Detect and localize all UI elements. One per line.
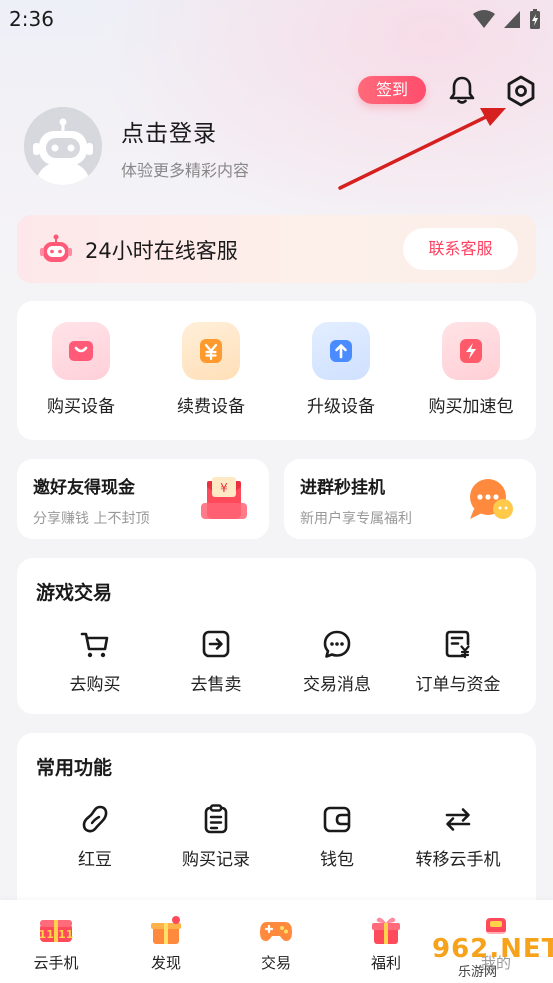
upgrade-arrow-icon (330, 340, 352, 362)
transfer-icon (445, 808, 471, 831)
cart-icon (80, 632, 109, 658)
service-title: 24小时在线客服 (85, 239, 238, 263)
func-label: 购买记录 (182, 850, 250, 870)
func-label: 转移云手机 (415, 850, 501, 870)
quick-actions-card: 购买设备 续费设备 升级设备 购买加速包 (17, 301, 536, 440)
avatar[interactable] (24, 107, 102, 185)
signal-icon (504, 11, 520, 28)
cloud-phone-icon: 11.11 (39, 920, 74, 942)
discover-icon (151, 916, 181, 944)
quick-item-buy-boost-pack[interactable]: 购买加速包 (416, 322, 526, 417)
func-label: 钱包 (320, 850, 354, 870)
quick-label: 购买加速包 (428, 397, 514, 417)
status-icons (473, 8, 541, 30)
sell-arrow-icon (202, 630, 230, 658)
clipboard-icon (204, 804, 228, 834)
promo-card-invite[interactable]: 邀好友得现金 分享赚钱 上不封顶 ¥ (17, 459, 269, 539)
promo-subtitle: 分享赚钱 上不封顶 (33, 511, 150, 527)
quick-icon-wrap (442, 322, 500, 380)
customer-service-banner: 24小时在线客服 联系客服 (17, 215, 536, 283)
red-envelope-icon: ¥ (201, 477, 247, 519)
status-bar: 2:36 (0, 0, 553, 38)
bean-icon (82, 805, 108, 833)
yen-card-icon (200, 339, 222, 363)
nav-label: 云手机 (33, 954, 79, 972)
func-item-red-bean[interactable]: 红豆 (35, 803, 155, 870)
nav-item-cloud-phone[interactable]: 11.11 云手机 (16, 914, 96, 973)
func-item-wallet[interactable]: 钱包 (277, 803, 397, 870)
func-label: 红豆 (78, 850, 112, 870)
shopping-bag-icon (69, 341, 93, 361)
nav-item-trade[interactable]: 交易 (236, 914, 316, 973)
func-item-orders-funds[interactable]: 订单与资金 (398, 628, 518, 695)
quick-icon-wrap (52, 322, 110, 380)
func-label: 订单与资金 (415, 675, 501, 695)
promo-subtitle: 新用户享专属福利 (300, 511, 412, 527)
watermark-subtext: 乐游网 (458, 965, 498, 980)
quick-icon-wrap (312, 322, 370, 380)
nav-label: 交易 (260, 954, 291, 972)
svg-text:¥: ¥ (220, 481, 228, 495)
quick-item-renew-device[interactable]: 续费设备 (156, 322, 266, 417)
watermark-text: 962.NET (432, 934, 553, 964)
contact-service-button[interactable]: 联系客服 (403, 228, 518, 270)
nav-label: 福利 (370, 954, 401, 972)
login-subtitle: 体验更多精彩内容 (121, 161, 250, 180)
func-item-purchase-records[interactable]: 购买记录 (156, 803, 276, 870)
func-label: 去购买 (69, 675, 121, 695)
order-icon (445, 630, 470, 659)
chat-bubble-icon (470, 479, 513, 519)
nav-label: 发现 (150, 954, 181, 972)
section-title: 游戏交易 (36, 582, 113, 604)
func-label: 去售卖 (190, 675, 242, 695)
annotation-arrow (338, 108, 506, 190)
status-time: 2:36 (9, 7, 54, 31)
lightning-icon (460, 339, 482, 363)
service-robot-icon (40, 234, 72, 262)
game-trade-card: 游戏交易 去购买 去售卖 交易消息 订单与资金 (17, 558, 536, 714)
func-item-transfer-cloud-phone[interactable]: 转移云手机 (398, 803, 518, 870)
nav-item-welfare[interactable]: 福利 (346, 914, 426, 973)
message-icon (323, 630, 351, 658)
func-item-trade-messages[interactable]: 交易消息 (277, 628, 397, 695)
gamepad-icon (260, 922, 292, 941)
nav-item-discover[interactable]: 发现 (126, 914, 206, 973)
gift-icon (372, 917, 400, 944)
promo-title: 进群秒挂机 (300, 478, 385, 498)
quick-label: 升级设备 (307, 397, 375, 417)
promo-card-join-group[interactable]: 进群秒挂机 新用户享专属福利 (284, 459, 536, 539)
robot-avatar-icon (24, 107, 102, 185)
quick-label: 续费设备 (177, 397, 245, 417)
wallet-icon (323, 806, 351, 833)
quick-label: 购买设备 (47, 397, 115, 417)
login-title[interactable]: 点击登录 (121, 114, 217, 148)
quick-item-buy-device[interactable]: 购买设备 (26, 322, 136, 417)
quick-item-upgrade-device[interactable]: 升级设备 (286, 322, 396, 417)
promo-title: 邀好友得现金 (33, 478, 135, 498)
func-item-buy[interactable]: 去购买 (35, 628, 155, 695)
section-title: 常用功能 (36, 757, 113, 779)
wifi-icon (473, 10, 495, 28)
func-item-sell[interactable]: 去售卖 (156, 628, 276, 695)
func-label: 交易消息 (303, 675, 371, 695)
battery-icon (530, 9, 540, 29)
quick-icon-wrap (182, 322, 240, 380)
svg-text:11.11: 11.11 (39, 928, 74, 941)
